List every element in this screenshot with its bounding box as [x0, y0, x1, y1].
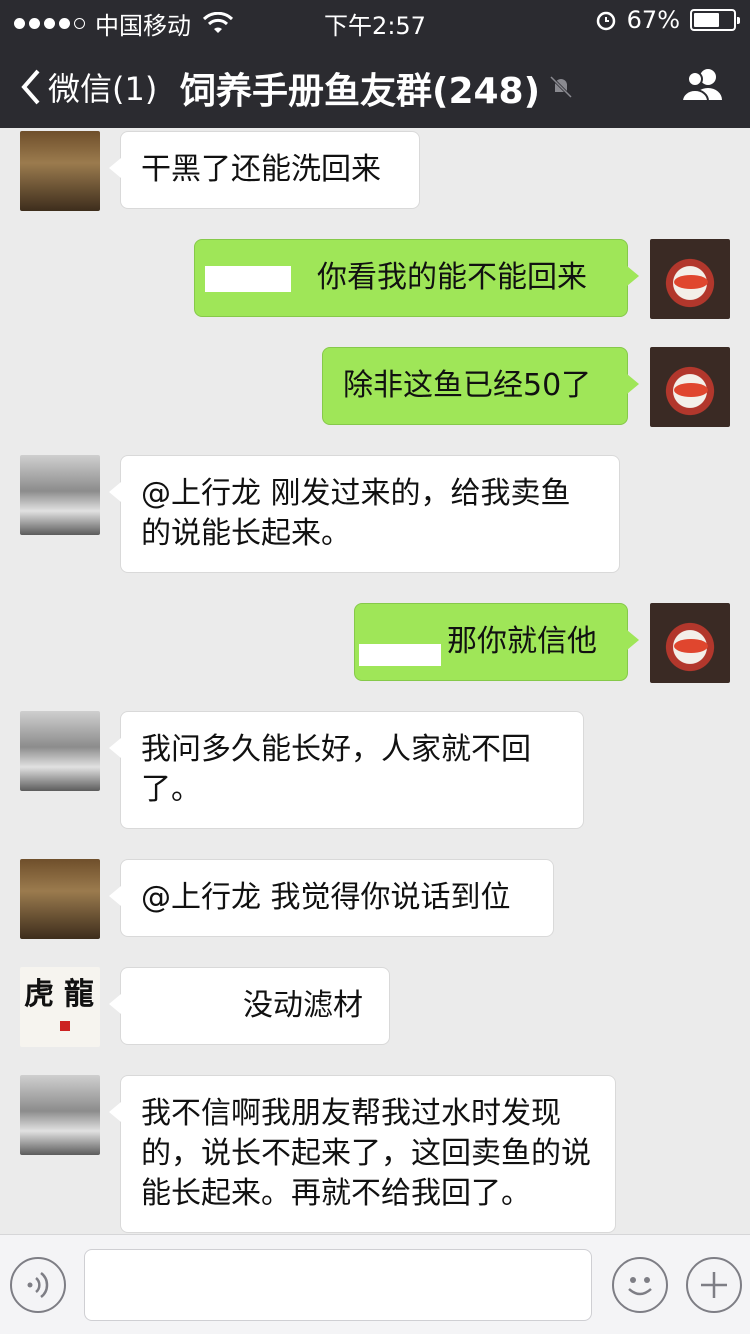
back-label: 微信(1) — [48, 70, 158, 108]
message-text: @上行龙 刚发过来的，给我卖鱼的说能长起来。 — [141, 476, 571, 551]
message-bubble[interactable]: 我不信啊我朋友帮我过水时发现的，说长不起来了，这回卖鱼的说能长起来。再就不给我回… — [109, 1075, 616, 1233]
plus-icon — [701, 1272, 727, 1298]
status-bar: 中国移动 下午2:57 67% — [0, 0, 750, 40]
nav-bar: 微信(1) 饲养手册鱼友群(248) — [0, 46, 750, 126]
back-button[interactable]: 微信(1) — [18, 64, 157, 110]
message-bubble[interactable]: @上行龙 刚发过来的，给我卖鱼的说能长起来。 — [109, 455, 620, 573]
avatar-fish[interactable] — [650, 603, 730, 683]
redaction-mask — [359, 644, 441, 666]
message-text: 没动滤材 — [243, 988, 363, 1023]
more-button[interactable] — [686, 1257, 742, 1313]
avatar-beach[interactable] — [20, 1075, 100, 1155]
mute-bell-icon — [549, 75, 573, 99]
message-input[interactable] — [84, 1249, 592, 1321]
message-bubble[interactable]: 你看我的能不能回来 — [194, 239, 639, 317]
message-bubble[interactable]: 除非这鱼已经50了 — [322, 347, 639, 425]
battery-percent: 67% — [626, 6, 680, 34]
voice-icon — [27, 1272, 49, 1298]
top-bar: 中国移动 下午2:57 67% 微信(1) 饲养手册鱼友群(248) — [0, 0, 750, 128]
emoji-button[interactable] — [612, 1257, 668, 1313]
alarm-icon — [596, 11, 615, 31]
message-text: 你看我的能不能回来 — [317, 260, 587, 295]
chevron-left-icon — [21, 69, 40, 105]
avatar-street[interactable] — [20, 131, 100, 211]
message-text: 那你就信他 — [447, 624, 597, 659]
status-right: 67% — [595, 6, 740, 34]
avatar-fish[interactable] — [650, 239, 730, 319]
smiley-icon — [628, 1277, 652, 1296]
message-text: @上行龙 我觉得你说话到位 — [141, 880, 511, 915]
message-text: 除非这鱼已经50了 — [343, 368, 592, 403]
avatar-beach[interactable] — [20, 711, 100, 791]
chat-title: 饲养手册鱼友群(248) — [180, 71, 541, 112]
message-bubble[interactable]: @上行龙 我觉得你说话到位 — [109, 859, 554, 937]
avatar-fish[interactable] — [650, 347, 730, 427]
avatar-beach[interactable] — [20, 455, 100, 535]
message-bubble[interactable]: 干黑了还能洗回来 — [109, 131, 420, 209]
battery-icon — [690, 9, 740, 31]
message-text: 干黑了还能洗回来 — [141, 152, 381, 187]
message-bubble[interactable]: 我问多久能长好，人家就不回了。 — [109, 711, 584, 829]
redaction-mask — [205, 266, 291, 292]
message-text: 我问多久能长好，人家就不回了。 — [141, 732, 531, 807]
group-members-icon[interactable] — [678, 64, 728, 104]
input-bar — [0, 1234, 750, 1334]
voice-input-button[interactable] — [10, 1257, 66, 1313]
redaction-mask — [139, 990, 235, 1024]
avatar-street[interactable] — [20, 859, 100, 939]
chat-area[interactable]: 干黑了还能洗回来 你看我的能不能回来 除非这鱼已经50了 @上行龙 刚发过来的，… — [0, 128, 750, 1234]
message-bubble[interactable]: 那你就信他 — [354, 603, 639, 681]
battery-fill — [694, 13, 720, 27]
avatar-calligraphy[interactable]: 虎 龍 — [20, 967, 100, 1047]
message-bubble[interactable]: 没动滤材 — [109, 967, 390, 1045]
message-text: 我不信啊我朋友帮我过水时发现的，说长不起来了，这回卖鱼的说能长起来。再就不给我回… — [141, 1096, 591, 1211]
